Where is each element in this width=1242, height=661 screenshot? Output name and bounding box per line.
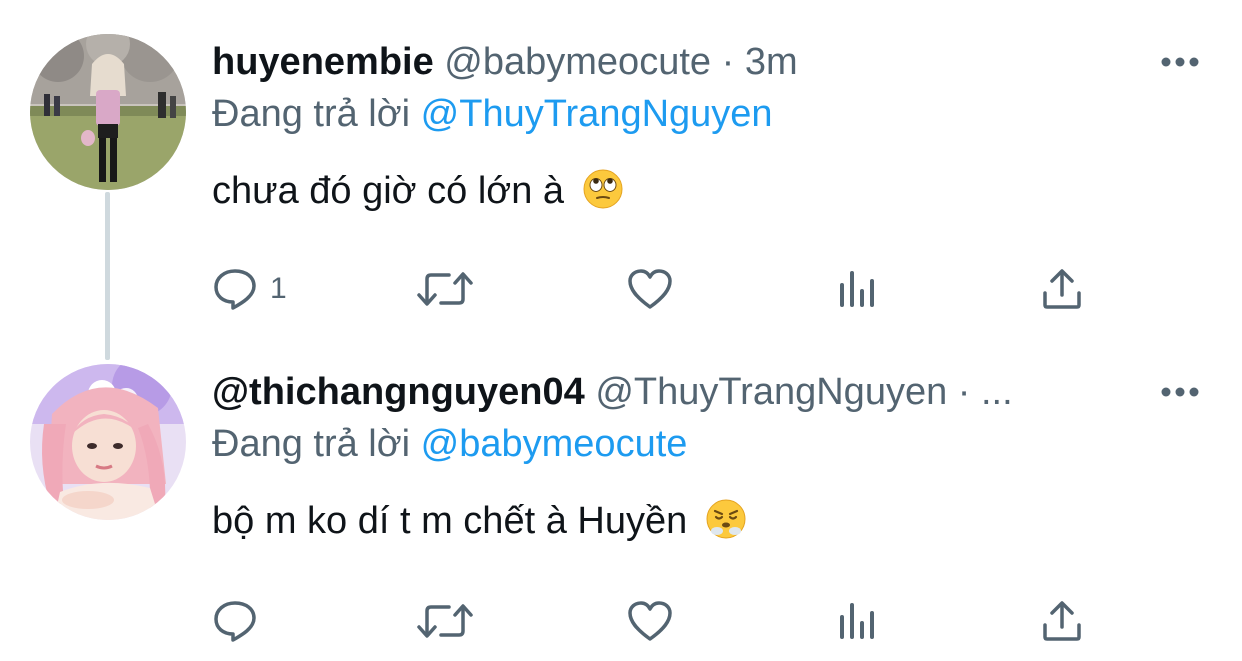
mention-link[interactable]: @ThuyTrangNguyen	[421, 93, 773, 135]
avatar-photo-park-icon	[30, 34, 186, 190]
tweet[interactable]: huyenembie @babymeocute · 3m Đang trả lờ…	[0, 0, 1242, 340]
user-handle[interactable]: @ThuyTrangNguyen	[595, 371, 947, 413]
heart-icon	[628, 601, 672, 641]
face-with-steam-from-nose-emoji-icon	[706, 499, 746, 552]
tweet-content: @thichangnguyen04 @ThuyTrangNguyen · ...…	[212, 368, 1202, 552]
tweet-header: huyenembie @babymeocute · 3m	[212, 38, 1202, 86]
separator-dot: ·	[721, 41, 735, 83]
face-with-rolling-eyes-emoji-icon	[583, 169, 623, 222]
replying-to-label: Đang trả lời	[212, 423, 411, 465]
retweet-button[interactable]	[416, 596, 486, 646]
like-button[interactable]	[626, 596, 686, 646]
tweet-actions: 1	[212, 264, 1092, 314]
reply-icon	[214, 601, 256, 642]
tweet-text-content: bộ m ko dí t m chết à Huyền	[212, 500, 688, 542]
user-handle[interactable]: @babymeocute	[444, 41, 711, 83]
views-chart-icon	[840, 603, 874, 639]
avatar[interactable]	[30, 34, 186, 190]
more-dots-icon	[1161, 57, 1199, 67]
display-name[interactable]: huyenembie	[212, 41, 434, 83]
tweet-content: huyenembie @babymeocute · 3m Đang trả lờ…	[212, 38, 1202, 222]
share-upload-icon	[1043, 269, 1081, 309]
views-chart-icon	[840, 271, 874, 307]
tweet-text: bộ m ko dí t m chết à Huyền	[212, 496, 1202, 552]
tweet-actions	[212, 596, 1092, 646]
retweet-icon	[417, 604, 473, 638]
avatar-photo-pink-hair-icon	[30, 364, 186, 520]
heart-icon	[628, 269, 672, 309]
replying-to-line: Đang trả lời @ThuyTrangNguyen	[212, 90, 1202, 138]
tweet-text: chưa đó giờ có lớn à	[212, 166, 1202, 222]
reply-button[interactable]	[212, 596, 270, 646]
retweet-button[interactable]	[416, 264, 486, 314]
tweet-text-content: chưa đó giờ có lớn à	[212, 170, 565, 212]
replying-to-label: Đang trả lời	[212, 93, 411, 135]
more-options-button[interactable]	[1158, 44, 1202, 80]
timestamp-truncated: ...	[981, 371, 1013, 413]
share-upload-icon	[1043, 601, 1081, 641]
tweet-header: @thichangnguyen04 @ThuyTrangNguyen · ...	[212, 368, 1202, 416]
reply-count: 1	[270, 272, 287, 305]
views-button[interactable]	[834, 596, 890, 646]
mention-link[interactable]: @babymeocute	[421, 423, 688, 465]
like-button[interactable]	[626, 264, 686, 314]
tweet[interactable]: @thichangnguyen04 @ThuyTrangNguyen · ...…	[0, 340, 1242, 661]
share-button[interactable]	[1040, 596, 1084, 646]
reply-icon	[214, 269, 256, 310]
views-button[interactable]	[834, 264, 890, 314]
more-dots-icon	[1161, 387, 1199, 397]
avatar[interactable]	[30, 364, 186, 520]
share-button[interactable]	[1040, 264, 1084, 314]
timestamp[interactable]: 3m	[745, 41, 798, 83]
separator-dot: ·	[957, 371, 971, 413]
tweet-thread: huyenembie @babymeocute · 3m Đang trả lờ…	[0, 0, 1242, 661]
replying-to-line: Đang trả lời @babymeocute	[212, 420, 1202, 468]
retweet-icon	[417, 272, 473, 306]
more-options-button[interactable]	[1158, 374, 1202, 410]
reply-button[interactable]: 1	[212, 264, 287, 314]
display-name[interactable]: @thichangnguyen04	[212, 371, 585, 413]
